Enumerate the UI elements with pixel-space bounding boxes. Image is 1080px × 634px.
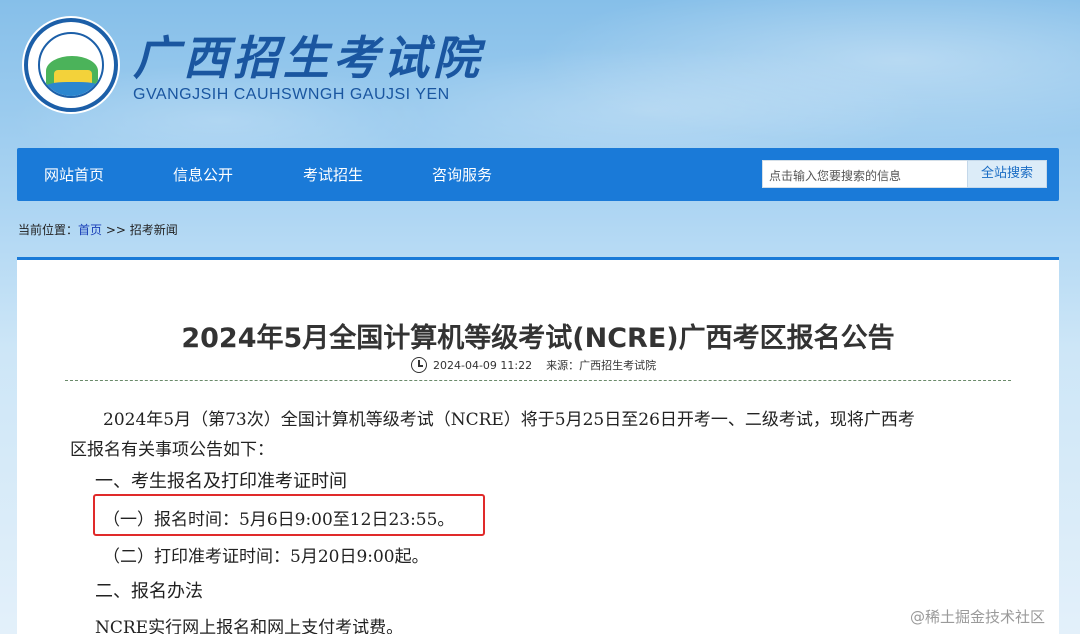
site-subtitle: GVANGJSIH CAUHSWNGH GAUJSI YEN [133, 86, 450, 103]
intro-paragraph-line2: 区报名有关事项公告如下： [70, 440, 274, 460]
breadcrumb-current: 招考新闻 [129, 223, 178, 237]
site-header: 广西招生考试院 GVANGJSIH CAUHSWNGH GAUJSI YEN [0, 0, 1080, 150]
breadcrumb-home-link[interactable]: 首页 [78, 223, 102, 237]
nav-item-info[interactable]: 信息公开 [173, 164, 233, 185]
logo-emblem [38, 32, 104, 98]
intro-paragraph-line1: 2024年5月（第73次）全国计算机等级考试（NCRE）将于5月25日至26日开… [103, 410, 915, 430]
nav-item-exams[interactable]: 考试招生 [303, 164, 363, 185]
nav-item-home[interactable]: 网站首页 [44, 164, 104, 185]
title-divider [65, 380, 1011, 381]
watermark: @稀土掘金技术社区 [910, 608, 1046, 626]
search-button[interactable]: 全站搜索 [967, 160, 1047, 188]
nav-item-consult[interactable]: 咨询服务 [432, 164, 492, 185]
logo-wave-shape [44, 82, 102, 96]
article-title: 2024年5月全国计算机等级考试(NCRE)广西考区报名公告 [181, 323, 895, 354]
breadcrumb-separator: >> [102, 223, 130, 237]
section-heading-2: 二、报名办法 [95, 581, 203, 602]
article-source: 来源：广西招生考试院 [546, 359, 657, 372]
section-heading-1: 一、考生报名及打印准考证时间 [95, 471, 347, 492]
site-logo-icon[interactable] [24, 18, 118, 112]
highlight-box [93, 494, 485, 536]
article-date: 2024-04-09 11:22 [433, 358, 533, 372]
article-meta: 2024-04-09 11:22 来源：广西招生考试院 [411, 357, 656, 373]
article-panel: 2024年5月全国计算机等级考试(NCRE)广西考区报名公告 2024-04-0… [17, 257, 1059, 634]
breadcrumb: 当前位置：首页 >> 招考新闻 [18, 221, 178, 238]
site-title: 广西招生考试院 [133, 31, 483, 85]
breadcrumb-prefix: 当前位置： [18, 223, 79, 237]
search-input[interactable]: 点击输入您要搜索的信息 [762, 160, 968, 188]
print-ticket-time-item: （二）打印准考证时间：5月20日9:00起。 [103, 547, 429, 567]
registration-method-item: NCRE实行网上报名和网上支付考试费。 [95, 618, 404, 634]
clock-icon [411, 357, 427, 373]
